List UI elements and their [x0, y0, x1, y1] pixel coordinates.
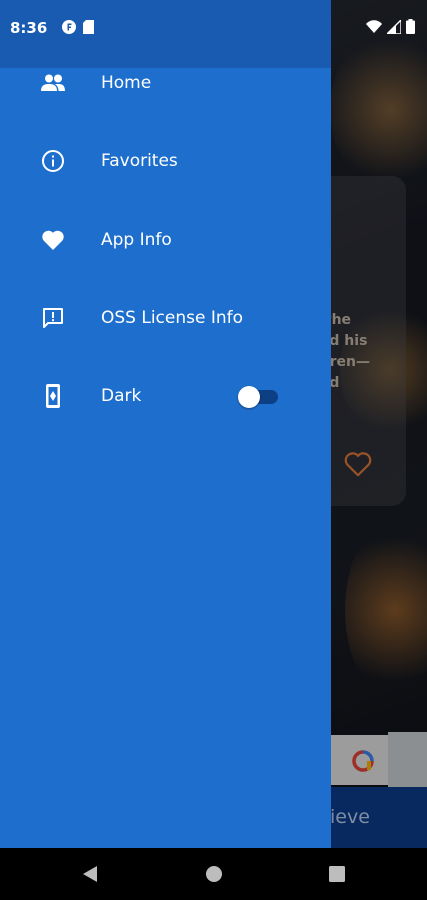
drawer-item-label: Home: [101, 73, 152, 93]
drawer-item-home[interactable]: Home: [0, 53, 331, 113]
drawer-item-label: OSS License Info: [101, 308, 244, 328]
dark-mode-toggle[interactable]: [238, 385, 280, 408]
phone-theme-icon: [40, 383, 66, 409]
recents-icon[interactable]: [326, 863, 348, 885]
heart-icon: [40, 227, 66, 253]
drawer-item-label: Dark: [101, 386, 142, 406]
toggle-thumb: [238, 386, 260, 408]
f-notification-icon: [62, 19, 77, 38]
signal-icon: [385, 17, 402, 38]
info-icon: [40, 148, 66, 174]
drawer-item-oss-license-info[interactable]: OSS License Info: [0, 288, 331, 348]
system-nav-bar: [0, 848, 427, 900]
drawer-item-app-info[interactable]: App Info: [0, 210, 331, 270]
drawer-item-favorites[interactable]: Favorites: [0, 131, 331, 191]
navigation-drawer: Home Favorites App Info OSS License Info…: [0, 0, 331, 848]
people-icon: [40, 70, 66, 96]
sd-card-icon: [83, 19, 95, 38]
drawer-item-label: App Info: [101, 230, 172, 250]
home-icon[interactable]: [203, 863, 225, 885]
drawer-item-dark[interactable]: Dark: [0, 366, 331, 426]
drawer-item-label: Favorites: [101, 151, 178, 171]
status-bar: 8:36: [0, 0, 427, 56]
feedback-icon: [40, 305, 66, 331]
wifi-icon: [366, 19, 382, 38]
status-time: 8:36: [10, 19, 48, 37]
back-icon[interactable]: [79, 863, 101, 885]
battery-icon: [406, 18, 415, 38]
